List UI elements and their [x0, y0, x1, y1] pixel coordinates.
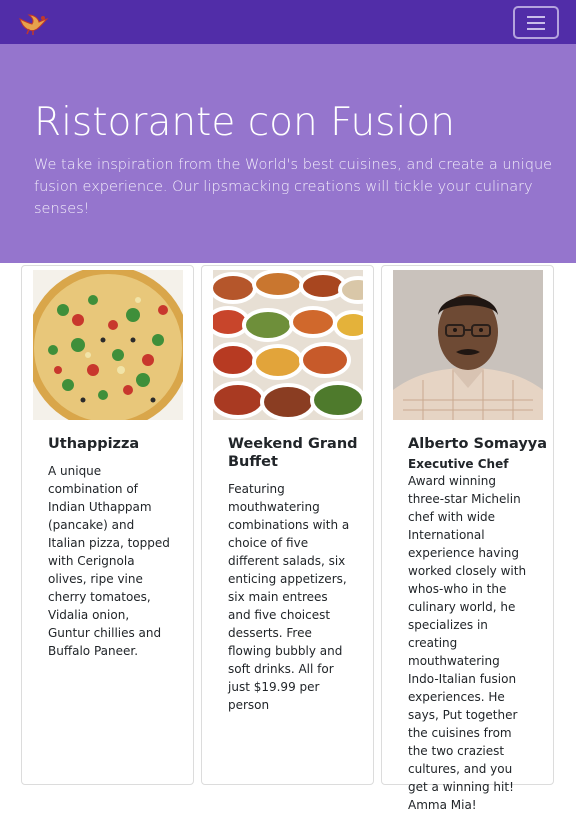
card-text: Featuring mouthwatering combinations wit… [228, 482, 350, 712]
jumbotron-description: We take inspiration from the World's bes… [34, 157, 553, 217]
navbar [0, 0, 576, 44]
card-text: A unique combination of Indian Uthappam … [48, 464, 170, 658]
hamburger-menu-icon [527, 16, 545, 18]
buffet-image [213, 270, 363, 420]
card-subtitle: Executive Chef [408, 457, 509, 471]
dish-card: Uthappizza A unique combination of India… [21, 265, 194, 785]
card-title: Weekend Grand Buffet [228, 436, 358, 470]
page-title: Ristorante con Fusion [34, 100, 455, 145]
card-title: Uthappizza [48, 436, 140, 452]
card-text: Award winning three-star Michelin chef w… [408, 474, 527, 812]
card-title: Alberto Somayya [408, 436, 548, 452]
hamburger-menu-icon [527, 22, 545, 24]
bird-logo-icon[interactable] [17, 9, 49, 37]
hamburger-menu-button[interactable] [513, 6, 559, 39]
chef-card: Alberto Somayya Executive Chef Award win… [381, 265, 554, 812]
dish-card: Weekend Grand Buffet Featuring mouthwate… [201, 265, 374, 785]
jumbotron: Ristorante con Fusion We take inspiratio… [0, 44, 576, 263]
hamburger-menu-icon [527, 28, 545, 30]
pizza-image [33, 270, 183, 420]
chef-photo [393, 270, 543, 420]
